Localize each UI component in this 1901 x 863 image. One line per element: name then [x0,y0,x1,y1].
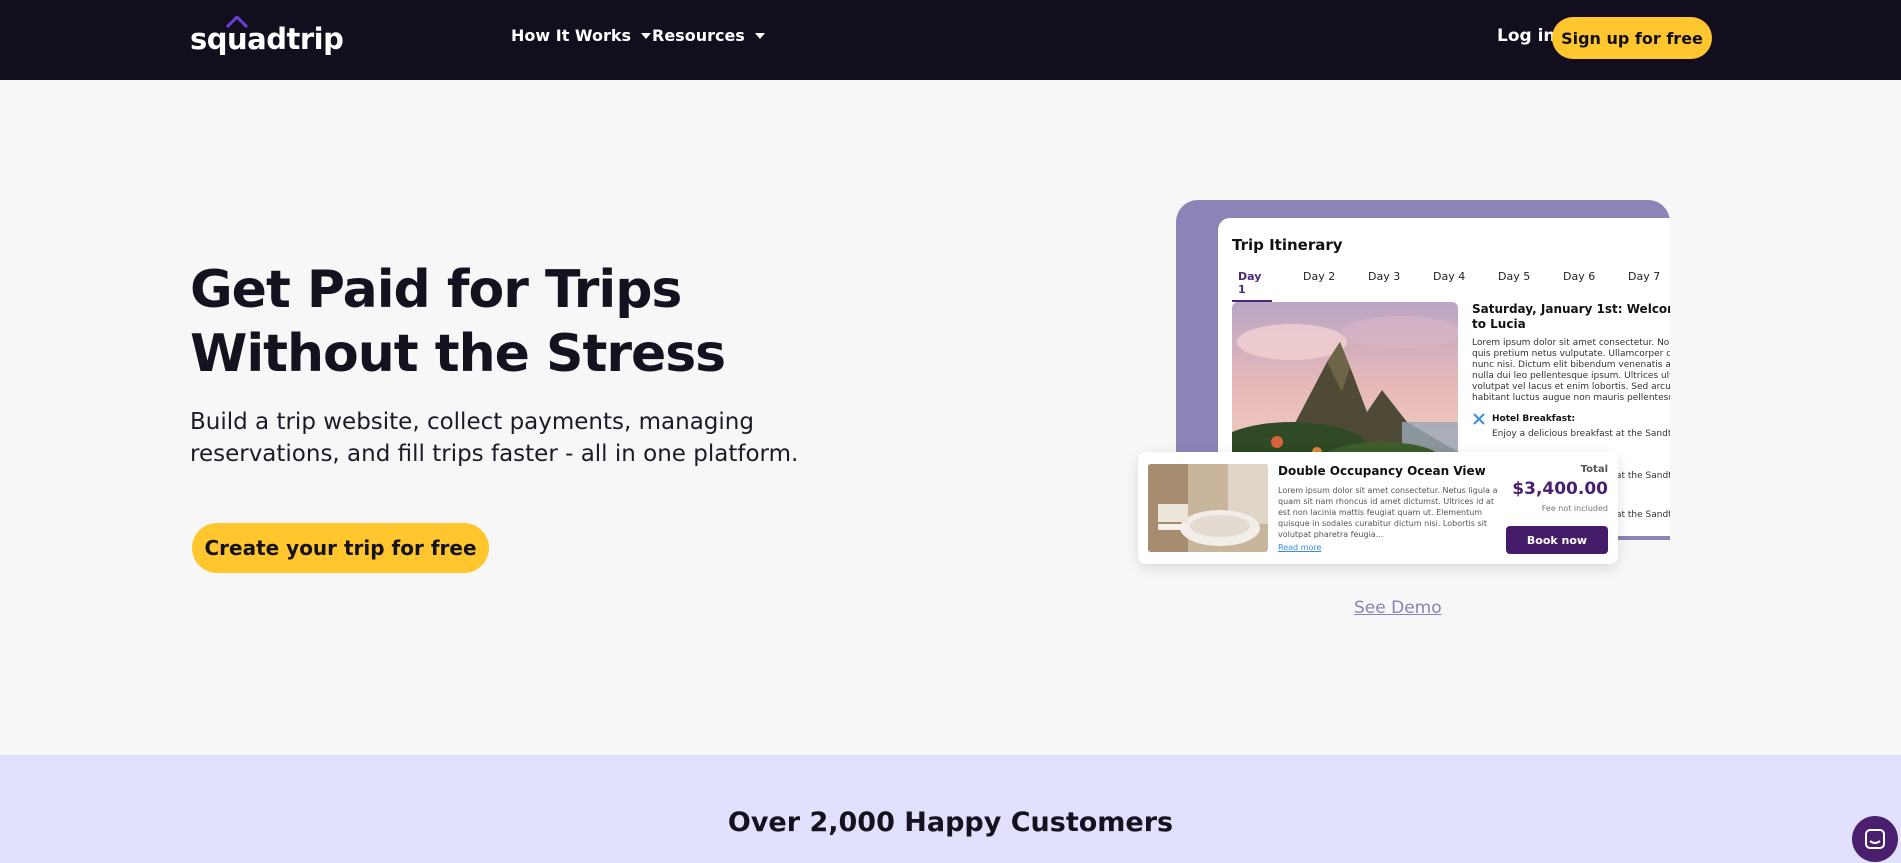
signup-button[interactable]: Sign up for free [1552,17,1712,59]
read-more-link[interactable]: Read more [1278,543,1321,552]
breakfast-description: Enjoy a delicious breakfast at the Sandt… [1492,429,1670,439]
create-trip-button[interactable]: Create your trip for free [192,523,489,573]
nav-menu-label: How It Works [511,26,632,45]
itinerary-title: Trip Itinerary [1232,236,1343,254]
room-title: Double Occupancy Ocean View [1278,464,1486,478]
tab-day-2[interactable]: Day 2 [1297,270,1362,302]
book-now-button[interactable]: Book now [1506,526,1608,554]
see-demo-link[interactable]: See Demo [1354,598,1442,618]
caret-down-icon [754,32,765,39]
tab-day-4[interactable]: Day 4 [1427,270,1492,302]
island-photo [1232,302,1458,467]
top-nav: squadtrip How It Works Resources Log in … [0,0,1901,80]
fee-note: Fee not included [1541,504,1608,513]
room-photo [1148,464,1268,552]
chat-button[interactable] [1852,816,1898,862]
hero-subtitle: Build a trip website, collect payments, … [190,409,799,467]
cutlery-icon [1473,413,1485,425]
nav-menu-how-it-works[interactable]: How It Works [511,26,652,45]
login-link[interactable]: Log in [1497,26,1556,46]
tab-day-3[interactable]: Day 3 [1362,270,1427,302]
hero-title: Get Paid for Trips Without the Stress [190,260,726,384]
logo-text: squadtrip [190,22,344,56]
tab-day-7[interactable]: Day 7 [1622,270,1670,302]
total-label: Total [1580,464,1608,475]
room-price: $3,400.00 [1512,479,1608,499]
room-card: Double Occupancy Ocean View Lorem ipsum … [1138,452,1618,564]
breakfast-row: Hotel Breakfast: [1472,412,1575,426]
day-description: Lorem ipsum dolor sit amet consectetur. … [1472,338,1670,403]
tab-day-1[interactable]: Day 1 [1232,270,1272,302]
tab-day-6[interactable]: Day 6 [1557,270,1622,302]
itinerary-peek-text: at the Sandton [1616,471,1670,481]
chat-icon [1865,829,1885,849]
day-heading: Saturday, January 1st: Welcome to Lucia [1472,302,1670,331]
customers-band: Over 2,000 Happy Customers [0,755,1901,863]
day-tabs: Day 1 Day 2 Day 3 Day 4 Day 5 Day 6 Day … [1232,270,1670,302]
tab-day-5[interactable]: Day 5 [1492,270,1557,302]
nav-menu-label: Resources [652,26,745,45]
itinerary-peek-text: at the Sandton [1616,510,1670,520]
caret-down-icon [641,32,652,39]
customers-title: Over 2,000 Happy Customers [727,807,1174,838]
nav-menu-resources[interactable]: Resources [652,26,765,45]
breakfast-label: Hotel Breakfast: [1492,414,1576,424]
room-description: Lorem ipsum dolor sit amet consectetur. … [1278,486,1498,539]
